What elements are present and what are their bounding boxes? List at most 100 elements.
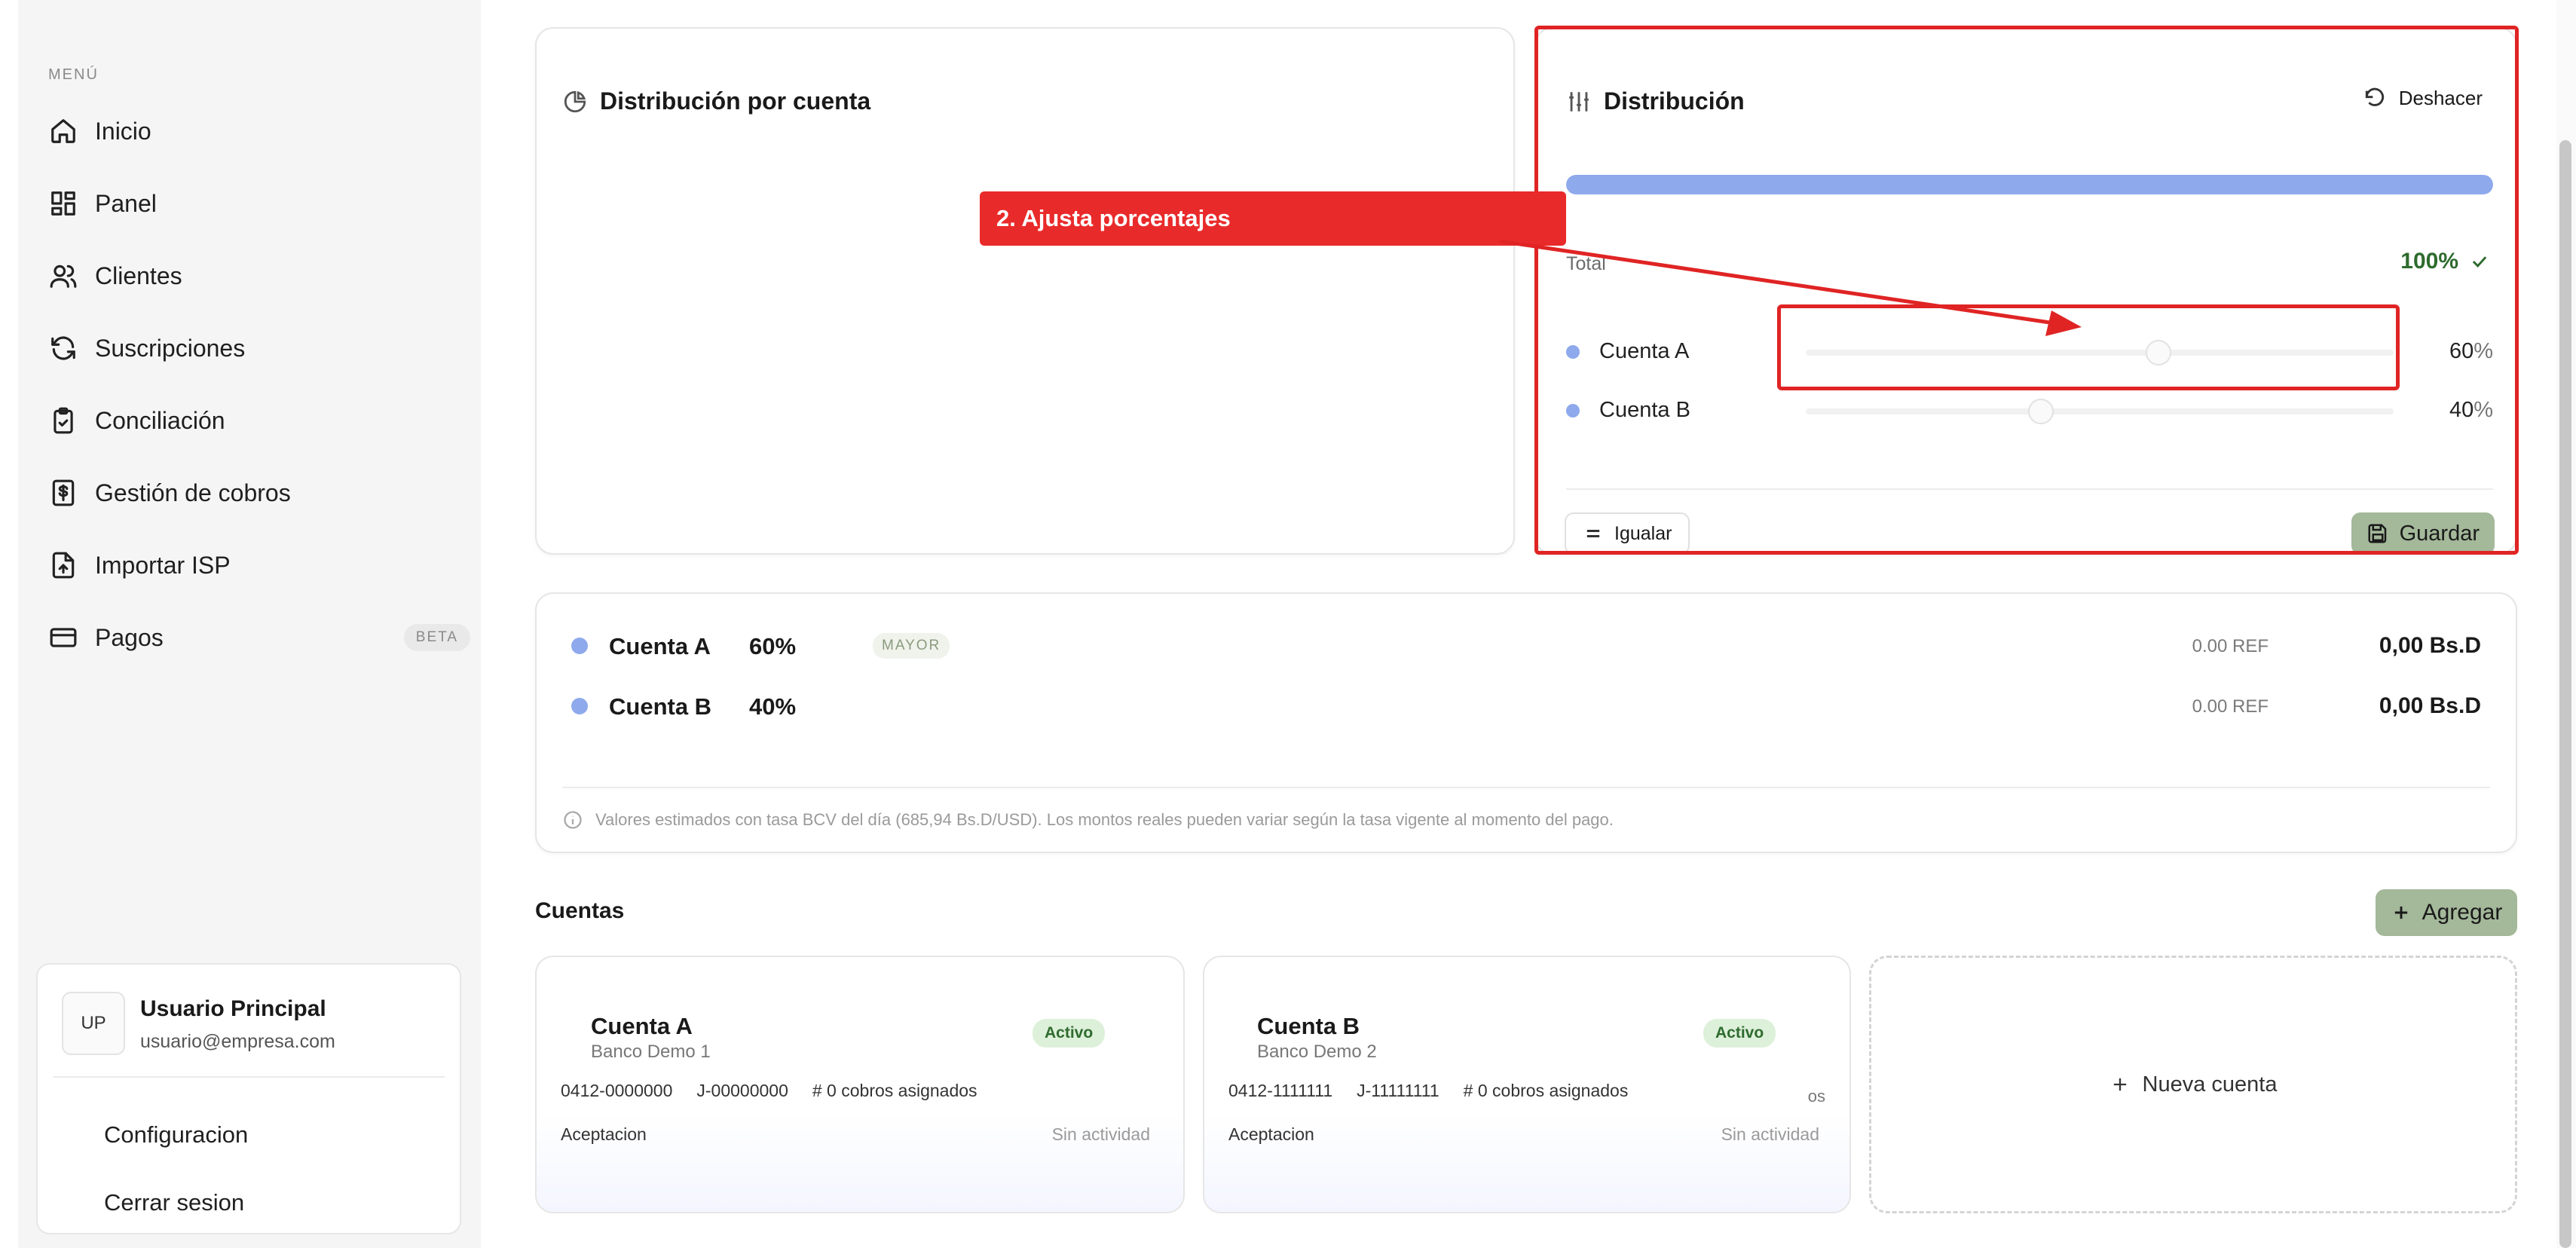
users-icon bbox=[48, 261, 78, 291]
distribution-row-cuenta-b: Cuenta B 40% bbox=[1566, 392, 2493, 430]
account-rif: J-00000000 bbox=[696, 1081, 788, 1100]
undo-button[interactable]: Deshacer bbox=[2363, 86, 2483, 110]
beta-badge: BETA bbox=[403, 624, 470, 651]
account-meta: 0412-1111111 J-11111111 # 0 cobros asign… bbox=[1228, 1081, 1628, 1101]
summary-row-bs: 0,00 Bs.D bbox=[2379, 693, 2481, 718]
summary-divider bbox=[562, 787, 2490, 788]
summary-row-ref: 0.00 REF bbox=[2192, 636, 2269, 656]
sidebar-item-inicio[interactable]: Inicio bbox=[48, 106, 470, 156]
sidebar-item-pagos[interactable]: Pagos BETA bbox=[48, 613, 470, 662]
status-badge: Activo bbox=[1703, 1019, 1776, 1048]
pie-chart-icon bbox=[564, 90, 586, 112]
total-value: 100% bbox=[2400, 249, 2490, 274]
sidebar-item-label: Pagos bbox=[95, 623, 164, 651]
check-icon bbox=[2472, 256, 2487, 268]
cuenta-b-slider[interactable] bbox=[1806, 399, 2394, 424]
rate-note: Valores estimados con tasa BCV del día (… bbox=[562, 809, 1614, 830]
cuenta-a-slider-thumb[interactable] bbox=[2146, 340, 2171, 366]
summary-row-cuenta-b: Cuenta B 40% 0.00 REF 0,00 Bs.D bbox=[571, 687, 2481, 725]
distribution-chart-panel: Distribución por cuenta bbox=[535, 27, 1515, 555]
account-bank: Banco Demo 2 bbox=[1257, 1042, 1377, 1062]
account-meta: 0412-0000000 J-00000000 # 0 cobros asign… bbox=[561, 1081, 977, 1101]
account-name: Cuenta A bbox=[591, 1013, 693, 1039]
sliders-icon bbox=[1569, 91, 1589, 112]
sidebar-item-label: Inicio bbox=[95, 117, 151, 145]
series-dot bbox=[1566, 345, 1580, 359]
series-dot bbox=[1566, 404, 1580, 418]
summary-row-percent: 40% bbox=[749, 693, 797, 720]
sidebar-item-label: Clientes bbox=[95, 262, 182, 289]
configuracion-menu-item[interactable]: Configuracion bbox=[104, 1121, 248, 1149]
sidebar-item-panel[interactable]: Panel bbox=[48, 179, 470, 228]
distribution-row-name: Cuenta A bbox=[1599, 339, 1690, 363]
account-phone: 0412-1111111 bbox=[1228, 1081, 1333, 1100]
save-icon bbox=[2368, 524, 2386, 543]
summary-panel: Cuenta A 60% MAYOR 0.00 REF 0,00 Bs.D Cu… bbox=[535, 592, 2517, 853]
undo-icon bbox=[2365, 87, 2384, 106]
sidebar-item-label: Suscripciones bbox=[95, 334, 246, 362]
distribution-row-percent: 60% bbox=[2449, 339, 2493, 363]
sidebar-item-clientes[interactable]: Clientes bbox=[48, 251, 470, 301]
distribution-panel: Distribución Deshacer Total 100% Cuenta … bbox=[1534, 27, 2517, 555]
menu-heading: MENÚ bbox=[48, 66, 99, 83]
status-badge: Activo bbox=[1033, 1019, 1106, 1048]
plus-icon bbox=[2394, 906, 2407, 919]
dollar-file-icon bbox=[48, 478, 78, 508]
user-name: Usuario Principal bbox=[140, 996, 326, 1021]
sidebar-item-label: Conciliación bbox=[95, 406, 225, 434]
total-label: Total bbox=[1566, 253, 1606, 274]
distribution-row-cuenta-a: Cuenta A 60% bbox=[1566, 333, 2493, 371]
credit-card-icon bbox=[48, 622, 78, 653]
accounts-section-title: Cuentas bbox=[535, 898, 625, 923]
account-rif: J-11111111 bbox=[1357, 1081, 1439, 1100]
distribution-row-name: Cuenta B bbox=[1599, 398, 1690, 422]
user-card-divider bbox=[53, 1076, 445, 1078]
step-callout: 2. Ajusta porcentajes bbox=[980, 191, 1566, 246]
account-phone: 0412-0000000 bbox=[561, 1081, 673, 1100]
summary-row-cuenta-a: Cuenta A 60% MAYOR 0.00 REF 0,00 Bs.D bbox=[571, 627, 2481, 665]
new-account-card[interactable]: Nueva cuenta bbox=[1869, 956, 2517, 1213]
equals-icon bbox=[1586, 530, 1600, 537]
user-email: usuario@empresa.com bbox=[140, 1031, 335, 1052]
panel-divider bbox=[1566, 488, 2493, 490]
account-cobros: # 0 cobros asignados bbox=[1463, 1081, 1629, 1100]
scrollbar-thumb[interactable] bbox=[2559, 140, 2571, 1248]
summary-row-name: Cuenta B bbox=[609, 693, 712, 720]
cuenta-b-slider-thumb[interactable] bbox=[2028, 399, 2054, 424]
account-activity: Sin actividad bbox=[1721, 1124, 1819, 1144]
cuenta-a-slider[interactable] bbox=[1806, 340, 2394, 366]
clipboard-check-icon bbox=[48, 405, 78, 436]
account-card-cuenta-a[interactable]: Cuenta A Banco Demo 1 Activo 0412-000000… bbox=[535, 956, 1185, 1213]
distribution-title: Distribución bbox=[1566, 87, 1745, 115]
mayor-badge: MAYOR bbox=[873, 633, 950, 659]
home-icon bbox=[48, 116, 78, 146]
sidebar-item-label: Gestión de cobros bbox=[95, 479, 291, 506]
file-upload-icon bbox=[48, 550, 78, 580]
save-button[interactable]: Guardar bbox=[2351, 512, 2495, 555]
refresh-icon bbox=[48, 333, 78, 363]
summary-row-bs: 0,00 Bs.D bbox=[2379, 633, 2481, 658]
plus-icon bbox=[2113, 1078, 2126, 1091]
account-activity: Sin actividad bbox=[1051, 1124, 1150, 1144]
avatar[interactable]: UP bbox=[62, 992, 125, 1055]
account-accept: Aceptacion bbox=[1228, 1124, 1314, 1144]
sidebar-item-suscripciones[interactable]: Suscripciones bbox=[48, 323, 470, 373]
total-progress-bar bbox=[1566, 175, 2493, 194]
equalize-button[interactable]: Igualar bbox=[1565, 512, 1690, 555]
sidebar-item-conciliacion[interactable]: Conciliación bbox=[48, 396, 470, 445]
info-icon bbox=[564, 811, 582, 829]
sidebar-item-importar-isp[interactable]: Importar ISP bbox=[48, 540, 470, 590]
sidebar-item-gestion-cobros[interactable]: Gestión de cobros bbox=[48, 468, 470, 518]
cerrar-sesion-menu-item[interactable]: Cerrar sesion bbox=[104, 1189, 244, 1216]
overflow-text: os bbox=[1807, 1087, 1825, 1106]
summary-row-ref: 0.00 REF bbox=[2192, 696, 2269, 717]
summary-row-percent: 60% bbox=[749, 633, 797, 659]
total-progress-fill bbox=[1566, 175, 2493, 194]
account-card-cuenta-b[interactable]: Cuenta B Banco Demo 2 Activo 0412-111111… bbox=[1203, 956, 1851, 1213]
chart-panel-title: Distribución por cuenta bbox=[562, 87, 870, 115]
account-name: Cuenta B bbox=[1257, 1013, 1360, 1039]
summary-row-name: Cuenta A bbox=[609, 633, 711, 659]
dashboard-icon bbox=[48, 188, 78, 219]
add-account-button[interactable]: Agregar bbox=[2376, 889, 2517, 936]
account-accept: Aceptacion bbox=[561, 1124, 647, 1144]
